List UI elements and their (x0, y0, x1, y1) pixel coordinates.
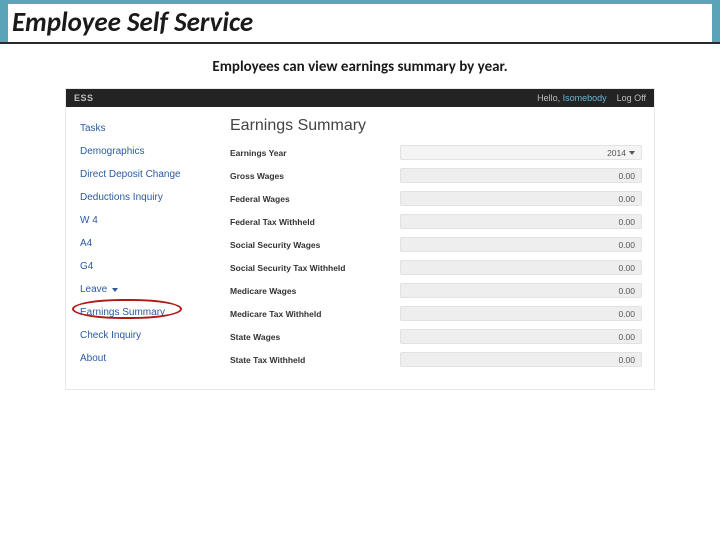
sidebar-item-w4[interactable]: W 4 (78, 209, 218, 232)
sidebar-item-about[interactable]: About (78, 347, 218, 370)
field-value: 0.00 (400, 237, 642, 252)
app-topbar: ESS Hello, Isomebody Log Off (66, 89, 654, 107)
app-brand[interactable]: ESS (74, 93, 94, 103)
sidebar-item-earnings-summary[interactable]: Earnings Summary (78, 301, 218, 324)
row-gross-wages: Gross Wages 0.00 (230, 168, 642, 183)
app-body: Tasks Demographics Direct Deposit Change… (66, 107, 654, 389)
field-value: 0.00 (400, 214, 642, 229)
field-label: Medicare Tax Withheld (230, 309, 400, 319)
field-label: State Tax Withheld (230, 355, 400, 365)
sidebar-nav: Tasks Demographics Direct Deposit Change… (78, 117, 218, 375)
earnings-year-select[interactable]: 2014 (400, 145, 642, 160)
row-medicare-tax-withheld: Medicare Tax Withheld 0.00 (230, 306, 642, 321)
logoff-link[interactable]: Log Off (617, 93, 646, 103)
earnings-year-row: Earnings Year 2014 (230, 145, 642, 160)
field-value: 0.00 (400, 306, 642, 321)
field-value: 0.00 (400, 283, 642, 298)
chevron-down-icon (112, 288, 118, 292)
field-label: Gross Wages (230, 171, 400, 181)
sidebar-item-demographics[interactable]: Demographics (78, 140, 218, 163)
field-value: 0.00 (400, 168, 642, 183)
row-federal-tax-withheld: Federal Tax Withheld 0.00 (230, 214, 642, 229)
field-label: State Wages (230, 332, 400, 342)
field-label: Social Security Tax Withheld (230, 263, 400, 273)
field-label: Social Security Wages (230, 240, 400, 250)
field-value: 0.00 (400, 329, 642, 344)
field-label: Medicare Wages (230, 286, 400, 296)
row-federal-wages: Federal Wages 0.00 (230, 191, 642, 206)
main-panel: Earnings Summary Earnings Year 2014 Gros… (218, 117, 642, 375)
sidebar-item-a4[interactable]: A4 (78, 232, 218, 255)
page-heading: Earnings Summary (230, 117, 642, 135)
row-social-security-wages: Social Security Wages 0.00 (230, 237, 642, 252)
field-label: Federal Wages (230, 194, 400, 204)
row-state-tax-withheld: State Tax Withheld 0.00 (230, 352, 642, 367)
row-medicare-wages: Medicare Wages 0.00 (230, 283, 642, 298)
field-value: 0.00 (400, 191, 642, 206)
field-label: Federal Tax Withheld (230, 217, 400, 227)
slide-title: Employee Self Service (8, 4, 712, 42)
slide-title-bar: Employee Self Service (0, 0, 720, 44)
sidebar-item-check-inquiry[interactable]: Check Inquiry (78, 324, 218, 347)
sidebar-item-leave[interactable]: Leave (78, 278, 218, 301)
field-value: 0.00 (400, 352, 642, 367)
topbar-right: Hello, Isomebody Log Off (537, 93, 646, 103)
greeting-text: Hello, Isomebody (537, 93, 607, 103)
chevron-down-icon (629, 151, 635, 155)
field-value: 0.00 (400, 260, 642, 275)
sidebar-item-tasks[interactable]: Tasks (78, 117, 218, 140)
row-social-security-tax-withheld: Social Security Tax Withheld 0.00 (230, 260, 642, 275)
earnings-year-label: Earnings Year (230, 148, 400, 158)
app-screenshot: ESS Hello, Isomebody Log Off Tasks Demog… (65, 88, 655, 390)
row-state-wages: State Wages 0.00 (230, 329, 642, 344)
sidebar-item-g4[interactable]: G4 (78, 255, 218, 278)
username-link[interactable]: Isomebody (563, 93, 607, 103)
slide-caption: Employees can view earnings summary by y… (0, 44, 720, 88)
sidebar-item-deductions-inquiry[interactable]: Deductions Inquiry (78, 186, 218, 209)
sidebar-item-direct-deposit-change[interactable]: Direct Deposit Change (78, 163, 218, 186)
